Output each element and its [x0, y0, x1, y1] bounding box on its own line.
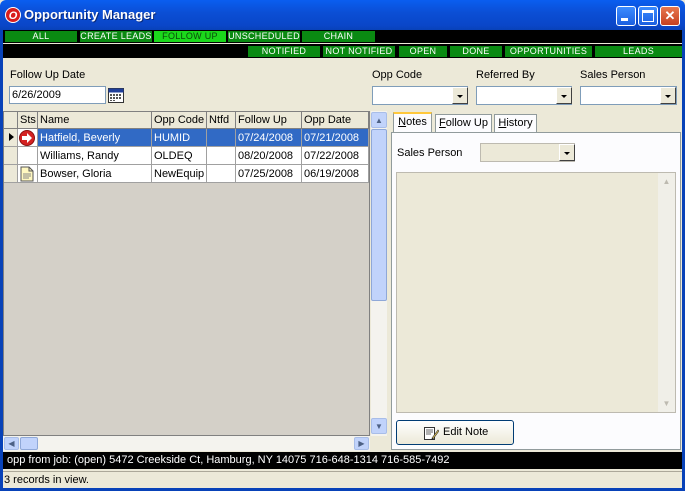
note-text — [397, 173, 658, 412]
column-header-name[interactable]: Name — [38, 112, 152, 129]
opp-code-dropdown-arrow-icon[interactable] — [452, 87, 468, 104]
app-icon[interactable]: O — [5, 7, 21, 23]
close-icon: ✕ — [664, 8, 676, 23]
column-header-follow-up[interactable]: Follow Up — [236, 112, 302, 129]
note-icon — [20, 166, 34, 182]
grid-vertical-scrollbar[interactable]: ▲ ▼ — [371, 111, 387, 436]
status-cell — [18, 165, 38, 183]
notes-sales-person-dropdown-arrow-icon[interactable] — [559, 144, 575, 161]
cell-opp-code: OLDEQ — [152, 147, 207, 165]
cell-ntfd — [207, 129, 236, 147]
filter-chain-button[interactable]: CHAIN — [302, 31, 375, 42]
row-indicator — [4, 165, 18, 183]
scroll-right-icon[interactable]: ▶ — [354, 437, 369, 450]
tab-notes-mnemonic: N — [398, 116, 407, 128]
cell-name: Williams, Randy — [38, 147, 152, 165]
opp-code-label: Opp Code — [372, 69, 423, 81]
filter-bar-secondary: NOTIFIED NOT NOTIFIED OPEN DONE OPPORTUN… — [3, 44, 682, 58]
edit-note-icon — [424, 427, 439, 440]
edit-note-button[interactable]: Edit Note — [396, 420, 514, 445]
horizontal-scroll-thumb[interactable] — [20, 437, 38, 450]
filter-notified-button[interactable]: NOTIFIED — [248, 46, 320, 57]
minimize-button[interactable] — [616, 6, 636, 26]
cell-follow-up: 07/24/2008 — [236, 129, 302, 147]
column-header-ntfd[interactable]: Ntfd — [207, 112, 236, 129]
follow-up-date-input[interactable]: 6/26/2009 — [9, 86, 106, 104]
cell-opp-date: 07/22/2008 — [302, 147, 369, 165]
tab-follow-up-mnemonic: F — [439, 117, 446, 129]
close-button[interactable]: ✕ — [660, 6, 680, 26]
cell-opp-date: 07/21/2008 — [302, 129, 369, 147]
filter-leads-button[interactable]: LEADS — [595, 46, 682, 57]
row-pointer-icon — [4, 129, 18, 147]
minimize-icon — [621, 18, 628, 21]
title-bar[interactable]: O Opportunity Manager ✕ — [0, 0, 685, 30]
filter-opportunities-button[interactable]: OPPORTUNITIES — [505, 46, 592, 57]
status-cell — [18, 147, 38, 165]
notes-sales-person-label: Sales Person — [397, 147, 463, 159]
follow-up-date-label: Follow Up Date — [10, 69, 86, 81]
cell-follow-up: 07/25/2008 — [236, 165, 302, 183]
note-scroll-down-icon[interactable]: ▼ — [660, 397, 673, 410]
grid-horizontal-scrollbar[interactable]: ◀ ▶ — [3, 436, 370, 451]
cell-opp-code: HUMID — [152, 129, 207, 147]
scroll-up-icon[interactable]: ▲ — [371, 112, 387, 128]
vertical-scroll-thumb[interactable] — [371, 129, 387, 301]
sales-person-dropdown-arrow-icon[interactable] — [660, 87, 676, 104]
cell-name: Hatfield, Beverly — [38, 129, 152, 147]
note-scroll-up-icon[interactable]: ▲ — [660, 175, 673, 188]
table-row[interactable]: Hatfield, Beverly HUMID 07/24/2008 07/21… — [4, 129, 369, 147]
column-header-opp-date[interactable]: Opp Date — [302, 112, 369, 129]
cell-opp-code: NewEquip — [152, 165, 207, 183]
cell-ntfd — [207, 165, 236, 183]
status-bar: 3 records in view. — [3, 471, 682, 488]
filter-create-leads-button[interactable]: CREATE LEADS — [80, 31, 152, 42]
edit-note-label: Edit Note — [443, 426, 489, 438]
filter-bar-primary: ALL CREATE LEADS FOLLOW UP UNSCHEDULED C… — [3, 30, 682, 43]
filter-not-notified-button[interactable]: NOT NOTIFIED — [323, 46, 395, 57]
tab-history-label: istory — [506, 117, 533, 129]
scroll-down-icon[interactable]: ▼ — [371, 418, 387, 434]
column-header-opp-code[interactable]: Opp Code — [152, 112, 207, 129]
cell-name: Bowser, Gloria — [38, 165, 152, 183]
maximize-button[interactable] — [638, 6, 658, 26]
maximize-icon — [642, 10, 654, 22]
calendar-icon[interactable] — [108, 87, 124, 103]
tab-notes[interactable]: Notes — [393, 112, 432, 133]
status-cell — [18, 129, 38, 147]
tab-notes-label: otes — [406, 116, 427, 128]
sales-person-label: Sales Person — [580, 69, 646, 81]
scroll-left-icon[interactable]: ◀ — [4, 437, 19, 450]
red-arrow-icon — [19, 130, 35, 146]
filter-unscheduled-button[interactable]: UNSCHEDULED — [228, 31, 300, 42]
opportunity-grid[interactable]: Sts Name Opp Code Ntfd Follow Up Opp Dat… — [3, 111, 370, 436]
note-vertical-scrollbar[interactable]: ▲ ▼ — [658, 173, 675, 412]
row-indicator-header — [4, 112, 18, 129]
cell-ntfd — [207, 147, 236, 165]
note-text-area[interactable]: ▲ ▼ — [396, 172, 676, 413]
cell-opp-date: 06/19/2008 — [302, 165, 369, 183]
filter-all-button[interactable]: ALL — [5, 31, 77, 42]
table-row[interactable]: Williams, Randy OLDEQ 08/20/2008 07/22/2… — [4, 147, 369, 165]
tab-follow-up[interactable]: Follow Up — [435, 114, 492, 132]
window-title: Opportunity Manager — [24, 7, 156, 22]
referred-by-dropdown-arrow-icon[interactable] — [556, 87, 572, 104]
table-row[interactable]: Bowser, Gloria NewEquip 07/25/2008 06/19… — [4, 165, 369, 183]
cell-follow-up: 08/20/2008 — [236, 147, 302, 165]
filter-done-button[interactable]: DONE — [450, 46, 502, 57]
tab-history[interactable]: History — [494, 114, 537, 132]
opportunity-info-bar: opp from job: (open) 5472 Creekside Ct, … — [3, 452, 682, 469]
referred-by-label: Referred By — [476, 69, 535, 81]
row-indicator — [4, 147, 18, 165]
column-header-sts[interactable]: Sts — [18, 112, 38, 129]
filter-open-button[interactable]: OPEN — [399, 46, 447, 57]
tab-follow-up-label: ollow Up — [445, 117, 488, 129]
filter-follow-up-button[interactable]: FOLLOW UP — [154, 31, 226, 42]
